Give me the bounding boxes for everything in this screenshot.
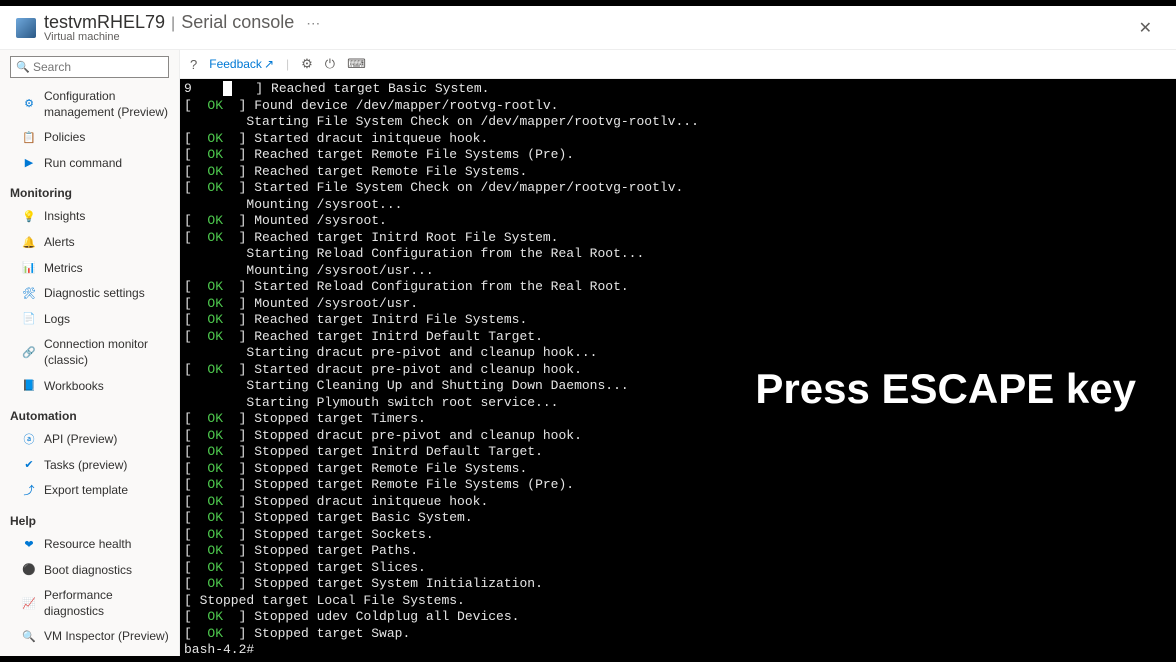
blade-title: Serial console (181, 12, 294, 33)
sidebar-item-label: API (Preview) (44, 432, 117, 448)
resource-subtitle: Virtual machine (44, 31, 320, 43)
sidebar-item-label: Performance diagnostics (44, 588, 169, 619)
feedback-link[interactable]: Feedback↗ (209, 57, 274, 71)
sidebar-item-icon: ✔ (22, 459, 36, 473)
external-icon: ↗ (264, 57, 274, 71)
sidebar-item-label: Alerts (44, 235, 75, 251)
sidebar-item-icon: ❤ (22, 538, 36, 552)
sidebar-item-label: Diagnostic settings (44, 286, 145, 302)
more-icon[interactable]: ⋯ (306, 15, 320, 32)
search-icon: 🔍 (16, 61, 30, 74)
sidebar: 🔍 ⚙ Configuration management (Preview) 📋 Po… (0, 50, 180, 656)
sidebar-item-label: Boot diagnostics (44, 563, 132, 579)
sidebar-item[interactable]: ⓐ API (Preview) (0, 427, 179, 453)
sidebar-header: Automation (0, 399, 179, 427)
sidebar-item[interactable]: ✔ Tasks (preview) (0, 453, 179, 479)
console-toolbar: ? Feedback↗ | ⚙ ⏻ ⌨ (180, 50, 1176, 79)
sidebar-item-icon: 📊 (22, 261, 36, 275)
overlay-text: Press ESCAPE key (755, 365, 1136, 413)
sidebar-item-label: Metrics (44, 261, 83, 277)
help-icon[interactable]: ? (190, 57, 197, 72)
main-pane: ? Feedback↗ | ⚙ ⏻ ⌨ 9 ] Reached target B… (180, 50, 1176, 656)
sidebar-item-icon: ⤴ (22, 484, 36, 498)
toolbar-divider: | (286, 57, 289, 71)
sidebar-item-label: Configuration management (Preview) (44, 89, 169, 120)
sidebar-item-label: Run command (44, 156, 122, 172)
sidebar-item[interactable]: ▶ Run command (0, 151, 179, 177)
sidebar-item-label: VM Inspector (Preview) (44, 629, 169, 645)
resource-title: testvmRHEL79 (44, 12, 165, 33)
sidebar-item[interactable]: 📈 Performance diagnostics (0, 583, 179, 624)
sidebar-item-icon: 🛠 (22, 287, 36, 301)
sidebar-item[interactable]: 📋 Policies (0, 125, 179, 151)
sidebar-item[interactable]: 🛠 Diagnostic settings (0, 281, 179, 307)
sidebar-item[interactable]: 💡 Insights (0, 204, 179, 230)
keyboard-icon[interactable]: ⌨ (347, 56, 366, 72)
sidebar-item[interactable]: 📘 Workbooks (0, 374, 179, 400)
sidebar-item-label: Workbooks (44, 379, 104, 395)
sidebar-item-label: Tasks (preview) (44, 458, 127, 474)
sidebar-item-icon: ⚙ (22, 98, 36, 112)
search-input[interactable] (10, 56, 169, 78)
sidebar-item[interactable]: 🔔 Alerts (0, 230, 179, 256)
sidebar-item[interactable]: ⤴ Export template (0, 478, 179, 504)
page-header: testvmRHEL79 | Serial console ⋯ Virtual … (0, 6, 1176, 50)
sidebar-item-icon: 🔗 (22, 346, 36, 360)
sidebar-item-icon: 📋 (22, 131, 36, 145)
sidebar-item[interactable]: 🔍 VM Inspector (Preview) (0, 624, 179, 650)
sidebar-item[interactable]: 📄 Logs (0, 307, 179, 333)
sidebar-item-icon: 📘 (22, 379, 36, 393)
gear-icon[interactable]: ⚙ (301, 56, 313, 72)
sidebar-item-icon: 🔔 (22, 236, 36, 250)
sidebar-item-icon: ⚫ (22, 563, 36, 577)
sidebar-item-icon: ▶ (22, 157, 36, 171)
sidebar-item-icon: 🔍 (22, 630, 36, 644)
close-button[interactable]: ✕ (1131, 14, 1160, 42)
sidebar-header: Monitoring (0, 176, 179, 204)
sidebar-item-label: Policies (44, 130, 85, 146)
sidebar-item-label: Insights (44, 209, 85, 225)
sidebar-item-label: Export template (44, 483, 128, 499)
sidebar-item-label: Resource health (44, 537, 131, 553)
sidebar-item-icon: 📈 (22, 597, 36, 611)
sidebar-item-icon: 📄 (22, 313, 36, 327)
sidebar-item[interactable]: 🔗 Connection monitor (classic) (0, 332, 179, 373)
sidebar-header: Help (0, 504, 179, 532)
bottom-strip (0, 656, 1176, 662)
sidebar-item-label: Connection monitor (classic) (44, 337, 169, 368)
sidebar-item-label: Logs (44, 312, 70, 328)
sidebar-item-icon: ⓐ (22, 433, 36, 447)
sidebar-item[interactable]: ❤ Resource health (0, 532, 179, 558)
sidebar-item[interactable]: ⚫ Boot diagnostics (0, 558, 179, 584)
power-icon[interactable]: ⏻ (325, 56, 335, 72)
sidebar-item[interactable]: 📊 Metrics (0, 256, 179, 282)
sidebar-item[interactable]: ⚙ Configuration management (Preview) (0, 84, 179, 125)
vm-icon (16, 18, 36, 38)
sidebar-item-icon: 💡 (22, 210, 36, 224)
